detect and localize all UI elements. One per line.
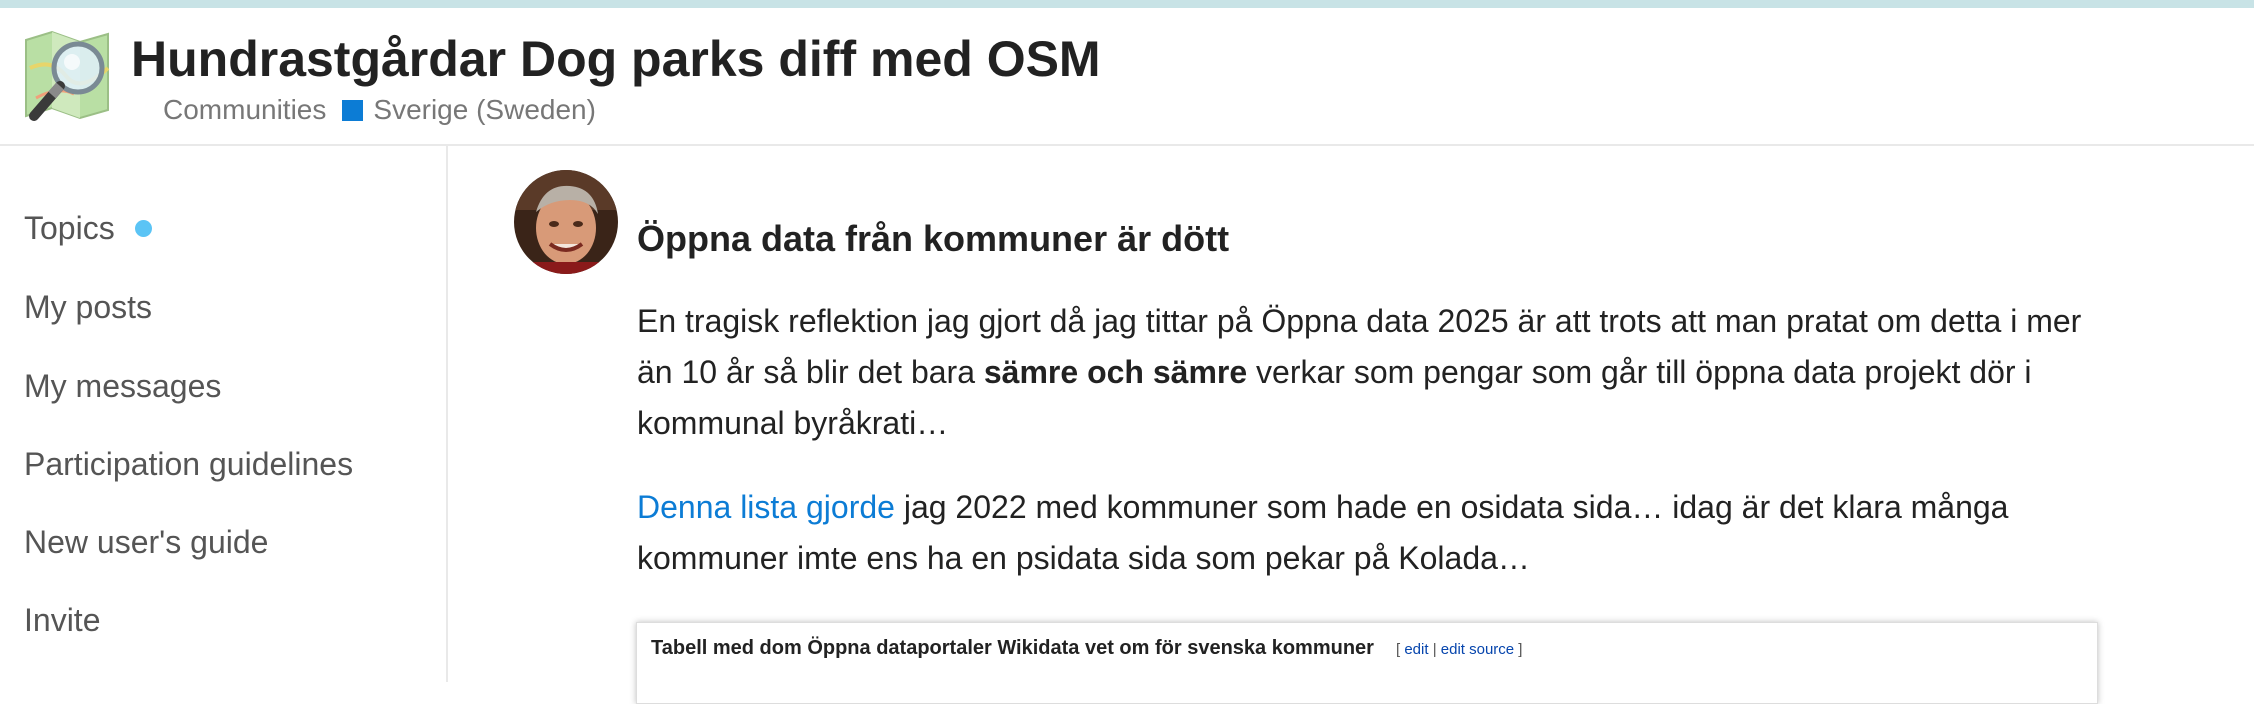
sidebar-item-my-posts[interactable]: My posts [24,289,152,326]
sidebar-item-new-users-guide[interactable]: New user's guide [24,524,268,561]
page-title[interactable]: Hundrastgårdar Dog parks diff med OSM [131,30,1101,88]
embed-edit-links: [ edit | edit source ] [1396,641,1522,658]
sidebar-item-label: Invite [24,602,101,638]
sidebar-item-participation-guidelines[interactable]: Participation guidelines [24,446,353,483]
sidebar-item-label: My messages [24,368,222,404]
embed-title: Tabell med dom Öppna dataportaler Wikida… [651,637,1374,659]
sidebar-item-label: My posts [24,289,153,325]
breadcrumb-communities-link[interactable]: Communities [163,94,326,126]
unread-dot-icon [134,220,152,237]
openstreetmap-logo-icon[interactable] [22,28,114,124]
sidebar-item-label: New user's guide [24,524,269,560]
site-header: Hundrastgårdar Dog parks diff med OSM Co… [0,8,2254,146]
edit-link[interactable]: edit [1404,641,1428,658]
sidebar-item-label: Topics [24,210,115,246]
post-body: En tragisk reflektion jag gjort då jag t… [637,296,2107,617]
post-link[interactable]: Denna lista gjorde [637,489,895,525]
post-paragraph: En tragisk reflektion jag gjort då jag t… [637,296,2107,449]
post-bold-text: sämre och sämre [983,354,1248,390]
breadcrumb: Communities Sverige (Sweden) [163,94,596,126]
bracket: ] [1514,641,1523,658]
edit-source-link[interactable]: edit source [1441,641,1514,658]
post-title: Öppna data från kommuner är dött [637,218,1230,259]
sidebar-item-topics[interactable]: Topics [24,210,152,247]
sidebar-item-my-messages[interactable]: My messages [24,368,221,405]
user-avatar[interactable] [514,170,618,274]
category-badge-icon [342,99,364,121]
separator: | [1428,641,1441,658]
post-paragraph: Denna lista gjorde jag 2022 med kommuner… [637,482,2107,584]
breadcrumb-category-link[interactable]: Sverige (Sweden) [373,94,596,126]
sidebar-item-label: Participation guidelines [24,446,354,482]
sidebar-item-invite[interactable]: Invite [24,602,100,639]
top-accent-strip [0,0,2254,8]
sidebar: Topics My posts My messages Participatio… [0,146,448,682]
embedded-table-preview[interactable]: Tabell med dom Öppna dataportaler Wikida… [636,622,2098,704]
